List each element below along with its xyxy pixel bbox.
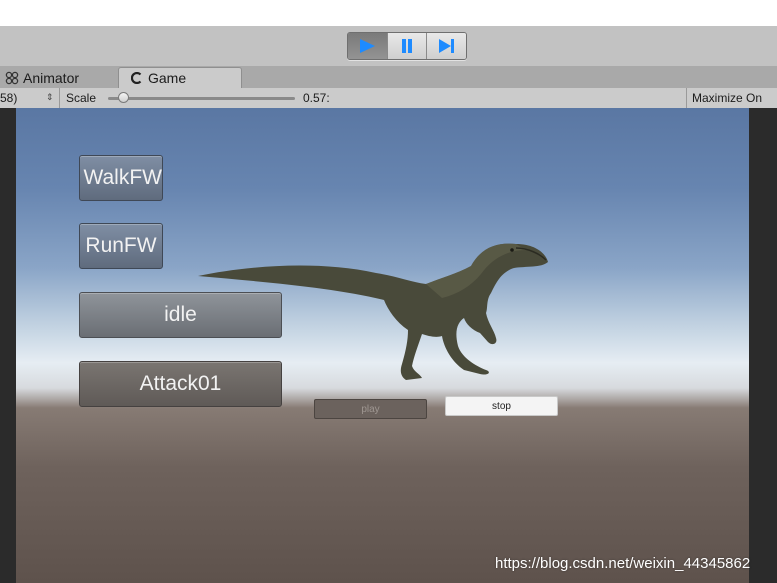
divider: [59, 88, 60, 108]
game-icon: [129, 70, 145, 86]
stop-anim-button[interactable]: stop: [445, 396, 558, 416]
maximize-on-play-toggle[interactable]: Maximize On: [692, 91, 762, 105]
tab-game[interactable]: Game: [118, 67, 242, 88]
scale-label: Scale: [66, 91, 97, 105]
play-icon: [360, 39, 376, 53]
left-letterbox: [0, 108, 16, 583]
editor-tab-row: Animator Game: [0, 66, 777, 89]
raptor-model: [198, 243, 548, 380]
resolution-dropdown[interactable]: 58): [0, 91, 17, 105]
walk-fw-button[interactable]: WalkFW: [79, 155, 163, 201]
dropdown-arrows-icon: ⇕: [46, 92, 54, 102]
step-button[interactable]: [427, 33, 466, 59]
play-button[interactable]: [348, 33, 388, 59]
watermark-url: https://blog.csdn.net/weixin_44345862: [495, 555, 751, 572]
animator-icon: [4, 70, 20, 86]
right-letterbox: [749, 108, 777, 583]
scale-slider[interactable]: [108, 97, 295, 100]
tab-label: Animator: [23, 69, 80, 86]
divider: [686, 88, 687, 108]
scale-slider-handle[interactable]: [118, 92, 129, 103]
pause-icon: [402, 39, 412, 53]
run-fw-button[interactable]: RunFW: [79, 223, 163, 269]
tab-label: Game: [148, 70, 187, 86]
scale-value: 0.57:: [303, 91, 330, 105]
game-view: WalkFW RunFW idle Attack01 play stop: [16, 108, 749, 583]
play-anim-button[interactable]: play: [314, 399, 427, 419]
top-margin: [0, 0, 777, 26]
tab-animator[interactable]: Animator: [0, 67, 118, 88]
playback-controls: [347, 32, 467, 60]
editor-toolbar: [0, 26, 777, 67]
game-view-toolbar: 58) ⇕ Scale 0.57: Maximize On: [0, 88, 777, 109]
pause-button[interactable]: [387, 33, 428, 59]
step-icon: [438, 39, 454, 53]
